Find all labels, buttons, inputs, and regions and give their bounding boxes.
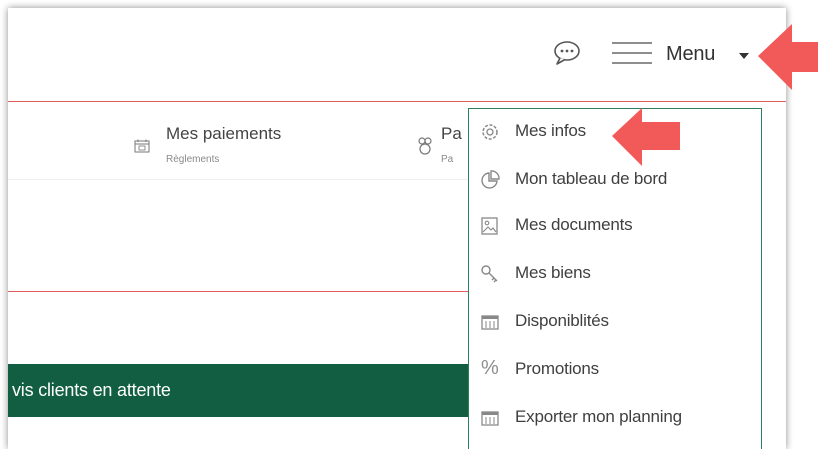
hamburger-icon[interactable]	[612, 41, 652, 65]
tabs-divider	[8, 179, 468, 180]
annotation-arrow-menu	[758, 24, 818, 90]
gear-icon	[479, 121, 501, 143]
section-divider	[8, 291, 468, 292]
key-icon	[479, 263, 501, 285]
chat-bubble-icon[interactable]	[552, 40, 582, 66]
tab-mes-paiements[interactable]: Mes paiements	[166, 124, 281, 144]
menu-item-disponibilites[interactable]: Disponiblités	[469, 299, 761, 345]
image-document-icon	[479, 215, 501, 237]
money-bag-icon	[417, 136, 433, 161]
menu-button[interactable]: Menu	[666, 43, 715, 66]
calendar-icon	[134, 139, 150, 158]
menu-item-mes-documents[interactable]: Mes documents	[469, 203, 761, 249]
tab-partial-subtitle: Pa	[441, 154, 454, 165]
menu-item-exporter-planning[interactable]: Exporter mon planning	[469, 395, 761, 441]
tab-partial[interactable]: Pa	[441, 124, 462, 144]
pending-reviews-banner[interactable]: vis clients en attente	[8, 364, 470, 417]
tab-mes-paiements-subtitle: Règlements	[166, 154, 220, 165]
banner-text: vis clients en attente	[12, 380, 171, 400]
menu-item-label: Promotions	[515, 359, 599, 378]
menu-item-mes-biens[interactable]: Mes biens	[469, 251, 761, 297]
annotation-arrow-mes-infos	[612, 108, 680, 166]
calendar-grid-icon	[479, 311, 501, 333]
menu-item-label: Mon tableau de bord	[515, 169, 668, 188]
menu-item-label: Exporter mon planning	[515, 407, 682, 426]
menu-item-label: Mes biens	[515, 263, 591, 282]
app-window: Menu Mes paiements Règlements Pa Pa vis …	[8, 8, 786, 449]
percent-icon: %	[481, 357, 499, 379]
menu-item-label: Mes infos	[515, 121, 586, 140]
calendar-grid-icon	[479, 407, 501, 429]
menu-item-promotions[interactable]: % Promotions	[469, 347, 761, 393]
header-divider	[8, 101, 786, 102]
pie-chart-icon	[479, 169, 501, 191]
caret-down-icon[interactable]	[739, 53, 749, 59]
menu-item-label: Disponiblités	[515, 311, 609, 330]
menu-item-label: Mes documents	[515, 215, 633, 234]
